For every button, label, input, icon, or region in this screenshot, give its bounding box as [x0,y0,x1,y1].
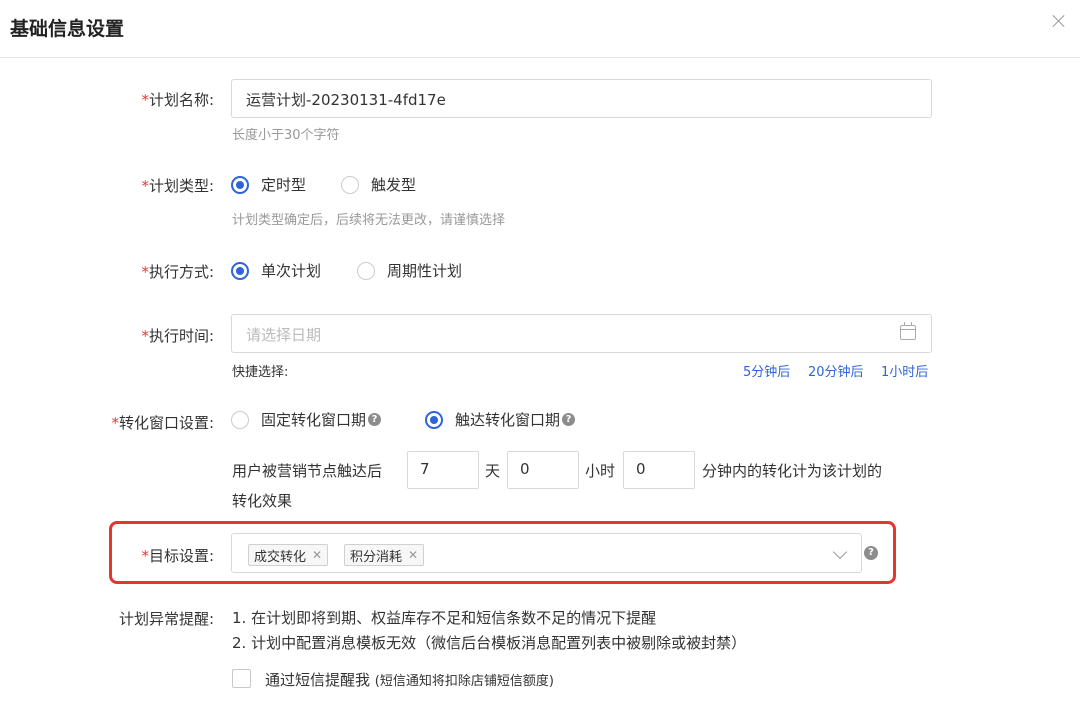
tag-remove-icon[interactable]: ✕ [408,548,418,562]
dialog-title: 基础信息设置 [10,18,125,40]
exec-mode-single-radio[interactable]: 单次计划 [231,260,321,281]
hours-unit: 小时 [585,462,616,480]
help-icon[interactable]: ? [864,546,878,560]
exec-mode-label: *执行方式: [141,263,214,281]
radio-selected-icon [425,410,443,429]
plan-name-label: *计划名称: [141,91,214,109]
conversion-hours-input[interactable]: 0 [507,451,579,489]
radio-selected-icon [231,261,249,280]
alert-label: 计划异常提醒: [118,610,214,628]
radio-empty-icon [341,175,359,194]
target-label: *目标设置: [141,547,214,565]
radio-empty-icon [231,410,249,429]
target-tag-points: 积分消耗 ✕ [344,544,425,566]
radio-selected-icon [231,175,249,194]
conversion-sentence-prefix: 用户被营销节点触达后 [232,462,383,480]
radio-empty-icon [357,261,375,280]
alert-line2: 2. 计划中配置消息模板无效（微信后台模板消息配置列表中被剔除或被封禁） [232,634,747,652]
quick-20min-link[interactable]: 20分钟后 [808,361,864,380]
conversion-minutes-input[interactable]: 0 [623,451,695,489]
plan-name-input[interactable]: 运营计划-20230131-4fd17e [231,79,932,118]
sms-alert-note: (短信通知将扣除店铺短信额度) [374,674,554,689]
tag-remove-icon[interactable]: ✕ [312,548,322,562]
conversion-fixed-radio[interactable]: 固定转化窗口期? [231,409,382,430]
help-icon[interactable]: ? [368,413,382,426]
plan-type-label: *计划类型: [141,177,214,195]
quick-5min-link[interactable]: 5分钟后 [743,361,790,380]
plan-name-hint: 长度小于30个字符 [232,128,340,143]
conversion-sentence-line2: 转化效果 [232,492,293,510]
alert-line1: 1. 在计划即将到期、权益库存不足和短信条数不足的情况下提醒 [232,609,657,627]
quick-1hour-link[interactable]: 1小时后 [881,361,928,380]
plan-type-timed-radio[interactable]: 定时型 [231,174,306,195]
plan-name-value: 运营计划-20230131-4fd17e [246,91,446,109]
help-icon[interactable]: ? [562,413,576,426]
conversion-sentence-suffix: 分钟内的转化计为该计划的 [702,462,883,480]
dialog-header: 基础信息设置 [0,0,1080,58]
sms-alert-label[interactable]: 通过短信提醒我 (短信通知将扣除店铺短信额度) [265,669,554,690]
conversion-window-label: *转化窗口设置: [111,414,214,432]
target-multi-select[interactable]: 成交转化 ✕ 积分消耗 ✕ [231,533,862,573]
sms-alert-checkbox[interactable] [232,669,251,688]
target-tag-deal: 成交转化 ✕ [248,544,329,566]
calendar-icon[interactable] [900,322,916,340]
exec-time-placeholder: 请选择日期 [246,326,322,344]
plan-type-hint: 计划类型确定后，后续将无法更改，请谨慎选择 [232,213,506,228]
quick-select-label: 快捷选择: [232,365,289,380]
exec-mode-periodic-radio[interactable]: 周期性计划 [357,260,462,281]
days-unit: 天 [485,462,501,480]
close-icon[interactable] [1050,12,1068,30]
exec-time-date-picker[interactable]: 请选择日期 [231,314,932,353]
conversion-days-input[interactable]: 7 [407,451,479,489]
exec-time-label: *执行时间: [141,327,214,345]
plan-type-trigger-radio[interactable]: 触发型 [341,174,416,195]
conversion-reach-radio[interactable]: 触达转化窗口期? [425,409,576,430]
